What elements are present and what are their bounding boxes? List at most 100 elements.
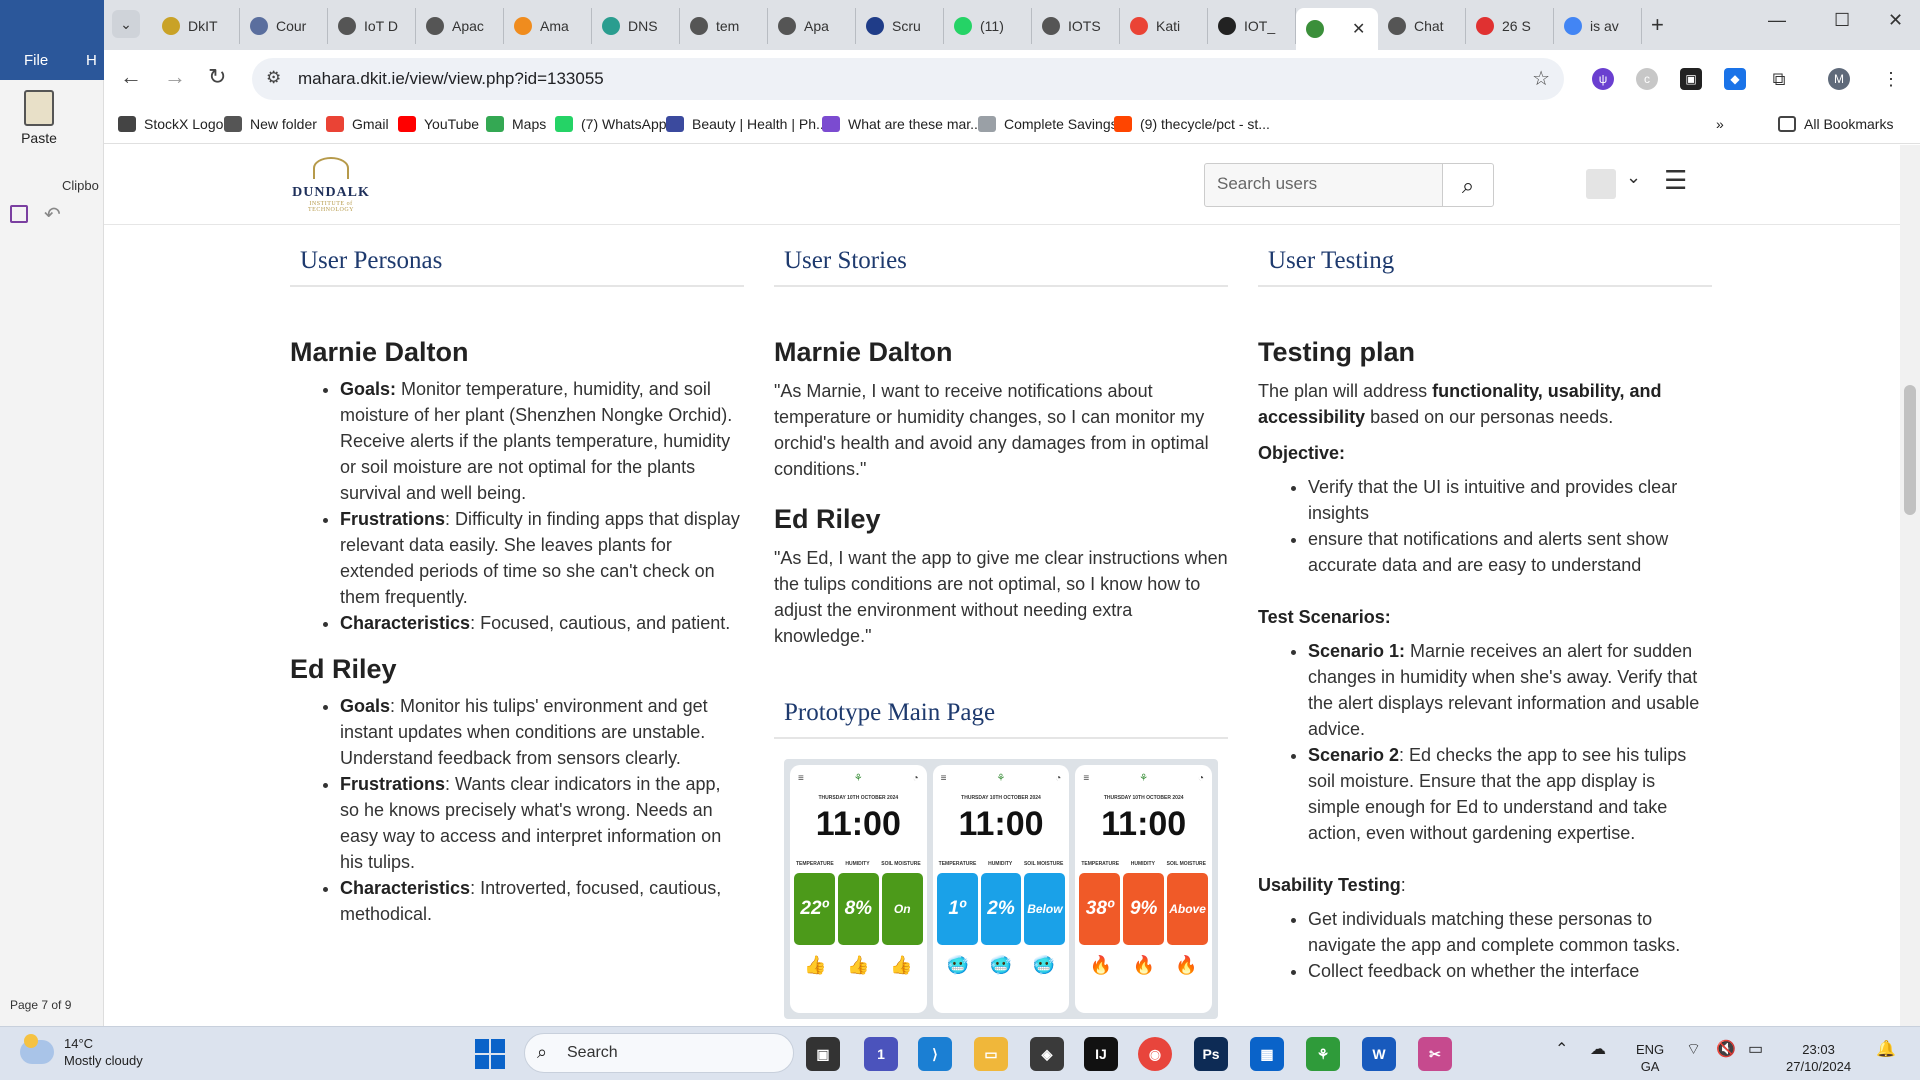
snipping-tool-icon[interactable]: ✂ [1418,1037,1452,1071]
tab-label: Kati [1156,18,1181,34]
list-item: Scenario 2: Ed checks the app to see his… [1308,742,1712,846]
save-icon[interactable] [10,205,28,223]
browser-tab[interactable]: Ama [504,8,592,44]
chrome-menu-icon[interactable]: ⋮ [1880,68,1902,90]
notification-bell-icon[interactable]: 🔔 [1876,1041,1896,1058]
browser-tab[interactable]: Kati [1120,8,1208,44]
all-bookmarks-label: All Bookmarks [1804,116,1894,132]
bookmark-item[interactable]: Beauty | Health | Ph... [666,116,828,132]
bookmark-item[interactable]: (7) WhatsApp [555,116,667,132]
phone-sensor-cards: 22º 8% On [794,873,923,945]
forward-icon[interactable]: → [164,64,186,90]
onedrive-icon[interactable]: ☁ [1590,1041,1606,1058]
weather-widget[interactable]: 14°C Mostly cloudy [20,1034,143,1069]
store-icon[interactable]: ▦ [1250,1037,1284,1071]
undo-icon[interactable]: ↶ [44,202,61,227]
extensions-puzzle-icon[interactable]: ⧉ [1768,68,1790,90]
word-file-tab[interactable]: File [24,52,48,69]
windows-start-icon[interactable] [475,1039,505,1069]
bookmark-item[interactable]: Complete Savings [978,116,1118,132]
chevron-up-icon[interactable]: ⌃ [1555,1041,1568,1058]
reload-icon[interactable]: ↻ [208,64,226,90]
browser-tab[interactable]: Cour [240,8,328,44]
app-cube-icon[interactable]: ◈ [1030,1037,1064,1071]
profile-avatar[interactable]: M [1828,68,1850,90]
plant-app-icon[interactable]: ⚘ [1306,1037,1340,1071]
browser-tab[interactable]: Scru [856,8,944,44]
page-scrollbar[interactable] [1900,145,1920,1026]
browser-tab[interactable]: Apa [768,8,856,44]
browser-tab[interactable]: DkIT [152,8,240,44]
vscode-icon[interactable]: ⟩ [918,1037,952,1071]
photoshop-icon[interactable]: Ps [1194,1037,1228,1071]
extension-icon[interactable]: ▣ [1680,68,1702,90]
prototype-image[interactable]: ≡ ⚘ ◔ THURSDAY 10TH OCTOBER 2024 11:00 TEMPER… [784,759,1218,1019]
battery-icon[interactable]: ▭ [1748,1041,1763,1058]
browser-tab[interactable]: Apac [416,8,504,44]
web-page: DUNDALK INSTITUTE of TECHNOLOGY Search u… [104,145,1900,1026]
extension-icon[interactable]: ψ [1592,68,1614,90]
bookmark-item[interactable]: What are these mar... [822,116,982,132]
browser-tab-active[interactable]: ✕ [1296,8,1378,50]
omnibox[interactable]: ⚙ mahara.dkit.ie/view/view.php?id=133055… [252,58,1564,100]
minimize-icon[interactable]: — [1768,10,1786,31]
bookmark-item[interactable]: Maps [486,116,546,132]
wifi-icon[interactable]: ⌔ [1686,1041,1701,1058]
phone-sensor-labels: TEMPERATURE HUMIDITY SOIL MOISTURE [1081,861,1206,867]
teams-icon[interactable]: 1 [864,1037,898,1071]
bookmarks-overflow-icon[interactable]: » [1716,116,1724,132]
user-avatar[interactable] [1586,169,1616,199]
shield-icon[interactable]: ◆ [1724,68,1746,90]
browser-tab[interactable]: (11) [944,8,1032,44]
new-tab-button[interactable]: + [1651,12,1664,38]
list-item: Verify that the UI is intuitive and prov… [1308,474,1712,526]
word-icon[interactable]: W [1362,1037,1396,1071]
close-window-icon[interactable]: ✕ [1888,10,1903,31]
tab-favicon-icon [1130,17,1148,35]
close-tab-icon[interactable]: ✕ [1352,19,1365,39]
lang-line2: GA [1640,1059,1660,1074]
intellij-icon[interactable]: IJ [1084,1037,1118,1071]
browser-window: ⌄ DkIT Cour IoT D Apac Ama DNS tem Apa Scru (11) I… [104,0,1920,1026]
browser-tab[interactable]: 26 S [1466,8,1554,44]
browser-tab[interactable]: is av [1554,8,1642,44]
word-paste-button[interactable]: Paste [14,90,64,160]
back-icon[interactable]: ← [120,64,142,90]
volume-muted-icon[interactable]: 🔇 [1716,1041,1736,1058]
site-info-icon[interactable]: ⚙ [266,68,281,88]
bookmark-label: New folder [250,116,317,132]
browser-tab[interactable]: IoT D [328,8,416,44]
dundalk-logo[interactable]: DUNDALK INSTITUTE of TECHNOLOGY [286,157,376,217]
chevron-down-icon[interactable]: ⌄ [1626,167,1641,188]
browser-tab[interactable]: IOT_ [1208,8,1296,44]
extension-icon[interactable]: c [1636,68,1658,90]
bookmark-item[interactable]: New folder [224,116,317,132]
tab-label: IOTS [1068,18,1101,34]
maximize-icon[interactable]: ☐ [1834,10,1850,31]
browser-tab[interactable]: tem [680,8,768,44]
url-text[interactable]: mahara.dkit.ie/view/view.php?id=133055 [298,69,604,89]
bookmark-item[interactable]: (9) thecycle/pct - st... [1114,116,1270,132]
chrome-icon[interactable]: ◉ [1138,1037,1172,1071]
bookmark-item[interactable]: Gmail [326,116,389,132]
task-view-icon[interactable]: ▣ [806,1037,840,1071]
browser-tab[interactable]: IOTS [1032,8,1120,44]
language-indicator[interactable]: ENG GA [1636,1041,1664,1075]
list-item: Scenario 1: Marnie receives an alert for… [1308,638,1712,742]
bookmark-item[interactable]: StockX Logo [118,116,223,132]
clock[interactable]: 23:03 27/10/2024 [1786,1041,1851,1075]
hamburger-menu-icon[interactable]: ☰ [1664,165,1687,196]
search-users-input[interactable]: Search users [1204,163,1444,207]
word-home-tab[interactable]: H [86,52,97,69]
testing-plan-text: The plan will address functionality, usa… [1258,381,1662,427]
search-button[interactable]: ⌕ [1442,163,1494,207]
tab-search-button[interactable]: ⌄ [112,10,140,38]
all-bookmarks[interactable]: All Bookmarks [1778,116,1893,132]
file-explorer-icon[interactable]: ▭ [974,1037,1008,1071]
bookmark-item[interactable]: YouTube [398,116,479,132]
taskbar-search[interactable]: ⌕ Search [524,1033,794,1073]
bookmark-star-icon[interactable]: ☆ [1532,66,1550,91]
scrollbar-thumb[interactable] [1904,385,1916,515]
browser-tab[interactable]: Chat [1378,8,1466,44]
browser-tab[interactable]: DNS [592,8,680,44]
